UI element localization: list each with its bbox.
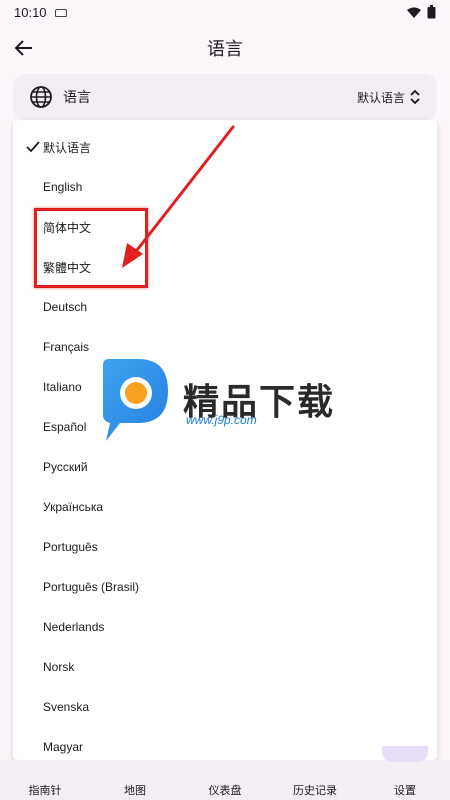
watermark: 精品下载 www.j9p.com	[98, 355, 358, 445]
watermark-logo-icon	[103, 359, 168, 441]
watermark-url: www.j9p.com	[186, 413, 257, 427]
